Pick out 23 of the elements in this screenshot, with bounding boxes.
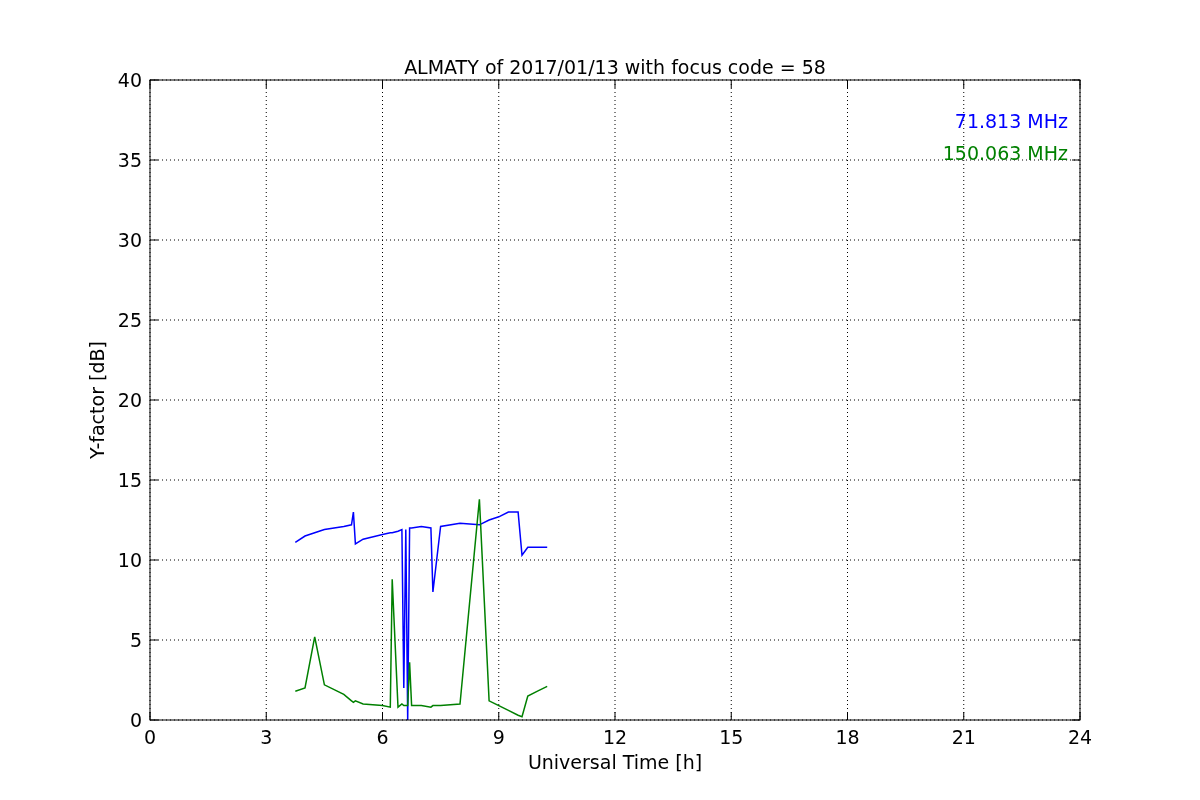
chart-title: ALMATY of 2017/01/13 with focus code = 58 <box>404 56 826 78</box>
x-tick-label: 12 <box>602 726 628 748</box>
x-tick-label: 24 <box>1067 726 1093 748</box>
y-axis-label: Y-factor [dB] <box>86 341 108 459</box>
x-tick-label: 21 <box>951 726 976 748</box>
legend-label: 71.813 MHz <box>954 110 1068 132</box>
y-tick-label: 25 <box>117 309 142 331</box>
y-tick-label: 10 <box>117 549 142 571</box>
x-axis-label: Universal Time [h] <box>527 751 703 773</box>
y-tick-label: 30 <box>117 229 142 251</box>
y-tick-label: 40 <box>117 69 142 91</box>
y-tick-label: 15 <box>117 469 142 491</box>
x-tick-label: 9 <box>492 726 505 748</box>
y-tick-label: 35 <box>117 149 142 171</box>
y-tick-label: 20 <box>117 389 142 411</box>
y-tick-label: 5 <box>129 629 142 651</box>
x-tick-label: 6 <box>376 726 389 748</box>
x-tick-label: 18 <box>835 726 860 748</box>
x-tick-label: 0 <box>143 726 157 748</box>
legend-label: 150.063 MHz <box>942 142 1068 164</box>
x-tick-label: 3 <box>260 726 273 748</box>
y-tick-label: 0 <box>129 709 142 731</box>
x-tick-label: 15 <box>719 726 744 748</box>
